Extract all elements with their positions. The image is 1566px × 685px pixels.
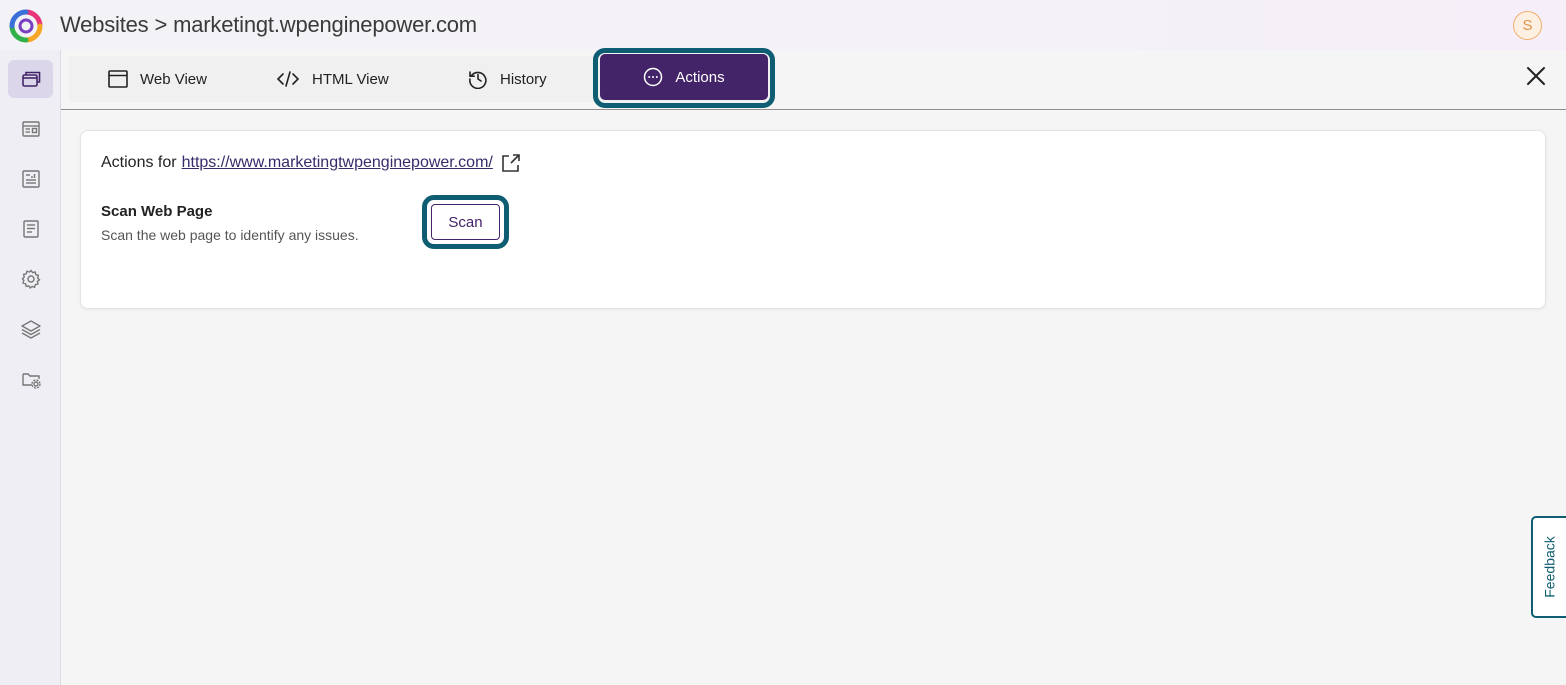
tab-label: History	[500, 70, 547, 88]
gear-icon	[21, 269, 41, 290]
folder-settings-icon	[21, 373, 41, 389]
feedback-button[interactable]: Feedback	[1531, 516, 1566, 618]
tab-web-view[interactable]: Web View	[108, 56, 207, 102]
actions-prefix: Actions for	[101, 154, 177, 171]
scan-title: Scan Web Page	[101, 203, 213, 220]
page-title: Websites > marketingt.wpenginepower.com	[60, 12, 477, 38]
breadcrumb-root[interactable]: Websites	[60, 12, 149, 37]
sidebar-item-documents[interactable]	[8, 210, 53, 248]
sidebar-item-folder-settings[interactable]	[8, 360, 53, 398]
site-url-link[interactable]: https://www.marketingtwpenginepower.com/	[182, 154, 493, 172]
windows-icon	[21, 71, 40, 87]
scan-button[interactable]: Scan	[431, 204, 500, 240]
actions-heading: Actions for https://www.marketingtwpengi…	[101, 153, 521, 173]
report-icon	[21, 170, 40, 188]
history-icon	[469, 71, 487, 89]
breadcrumb-current: marketingt.wpenginepower.com	[173, 12, 477, 37]
tab-history[interactable]: History	[468, 56, 547, 102]
app-logo[interactable]	[8, 8, 44, 44]
tab-actions[interactable]: Actions	[600, 54, 768, 100]
sidebar-item-dashboard[interactable]	[8, 110, 53, 148]
browser-window-icon	[108, 70, 128, 88]
document-icon	[22, 220, 39, 238]
dashboard-icon	[21, 121, 40, 137]
tab-label: Actions	[675, 68, 725, 86]
close-button[interactable]	[1524, 64, 1548, 88]
feedback-label: Feedback	[1541, 536, 1558, 598]
top-header: Websites > marketingt.wpenginepower.com S	[0, 0, 1566, 50]
scan-description: Scan the web page to identify any issues…	[101, 227, 359, 243]
tab-label: Web View	[140, 70, 207, 88]
sidebar-item-websites[interactable]	[8, 60, 53, 98]
tab-html-view[interactable]: HTML View	[276, 56, 389, 102]
layers-icon	[20, 320, 41, 339]
user-avatar[interactable]: S	[1513, 11, 1542, 40]
sidebar-item-layers[interactable]	[8, 310, 53, 348]
sidebar	[0, 50, 61, 685]
external-link-icon[interactable]	[501, 153, 521, 173]
sidebar-item-settings[interactable]	[8, 260, 53, 298]
tab-label: HTML View	[312, 70, 389, 88]
sidebar-item-reports[interactable]	[8, 160, 53, 198]
tab-bar: Web View HTML View History Actions	[61, 48, 1566, 110]
more-circle-icon	[644, 67, 663, 87]
close-icon	[1527, 67, 1545, 85]
breadcrumb-separator: >	[154, 12, 168, 37]
code-icon	[276, 71, 300, 87]
actions-card: Actions for https://www.marketingtwpengi…	[80, 130, 1546, 309]
